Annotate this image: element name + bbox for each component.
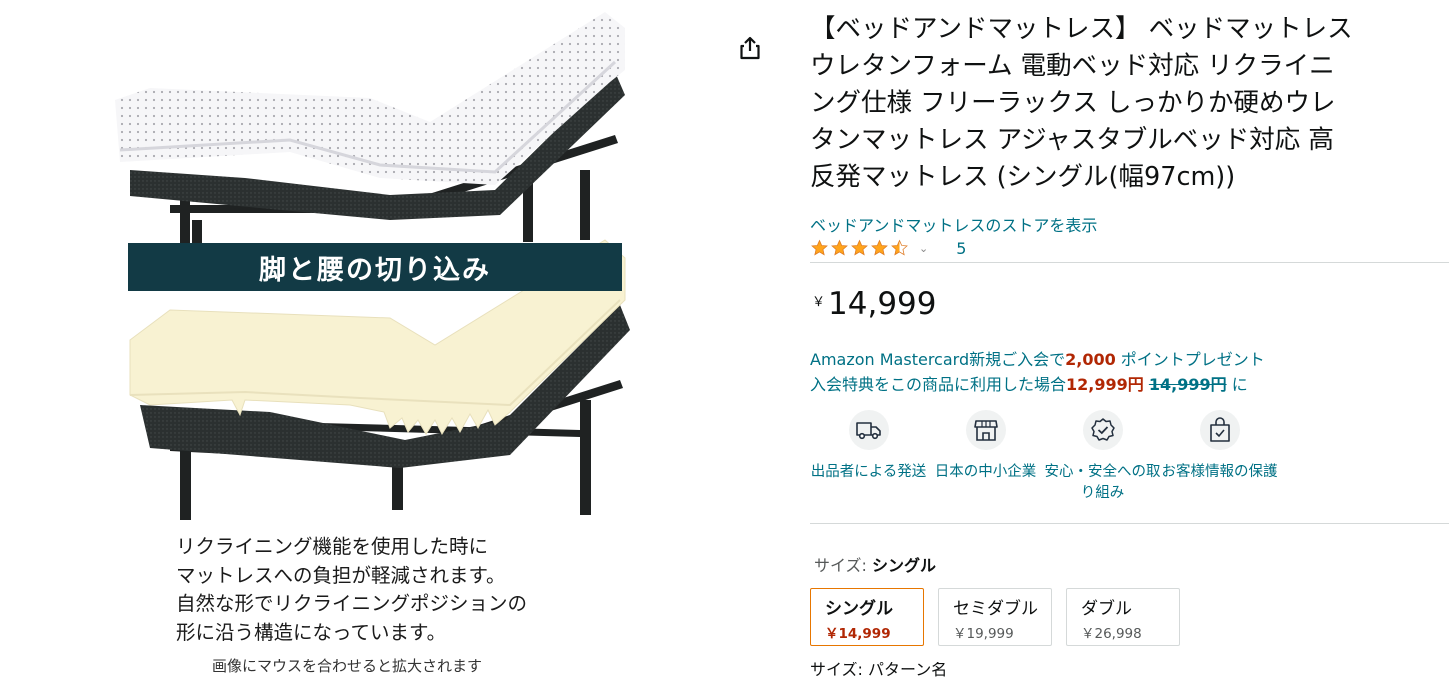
star-full-icon xyxy=(811,239,828,256)
size-label-text: サイズ: xyxy=(814,556,867,575)
size-option-double[interactable]: ダブル ￥26,998 xyxy=(1066,588,1180,646)
rating-count[interactable]: 5 xyxy=(956,239,966,258)
badge-safety[interactable]: 安心・安全への取り組み xyxy=(1044,410,1161,504)
size-option-semi-double[interactable]: セミダブル ￥19,999 xyxy=(938,588,1052,646)
title-line: タンマットレス アジャスタブルベッド対応 高 xyxy=(810,125,1334,155)
product-image-panel[interactable]: 脚と腰の切り込み リクライニング機能を使用した時に マットレスへの負担が軽減され… xyxy=(0,0,740,688)
shield-badge-icon xyxy=(1082,410,1123,450)
size-option-name: セミダブル xyxy=(953,599,1038,619)
badge-seller-shipping[interactable]: 出品者による発送 xyxy=(810,410,927,504)
price-symbol: ￥ xyxy=(812,295,826,310)
store-icon xyxy=(965,410,1006,450)
chevron-down-icon[interactable]: ⌄ xyxy=(919,242,928,255)
size-options: シングル ￥14,999 セミダブル ￥19,999 ダブル ￥26,998 xyxy=(810,588,1180,646)
badge-small-business[interactable]: 日本の中小企業 xyxy=(927,410,1044,504)
badge-privacy[interactable]: お客様情報の保護 xyxy=(1161,410,1278,504)
caption-line: 自然な形でリクライニングポジションの xyxy=(176,592,528,615)
promo-line-1: Amazon Mastercard新規ご入会で2,000 ポイントプレゼント xyxy=(810,347,1265,372)
trust-badges: 出品者による発送 日本の中小企業 安心・安全への取り組み お客様情報の保護 xyxy=(810,410,1278,504)
size-option-price: ￥26,998 xyxy=(1081,626,1142,642)
zoom-hint: 画像にマウスを合わせると拡大されます xyxy=(212,657,483,675)
badge-label: お客様情報の保護 xyxy=(1161,464,1278,480)
divider xyxy=(810,523,1449,524)
promo-text: に xyxy=(1226,375,1248,394)
star-full-icon xyxy=(851,239,868,256)
promo-points: 2,000 xyxy=(1065,350,1116,369)
size-selected-value: シングル xyxy=(872,556,937,575)
star-full-icon xyxy=(831,239,848,256)
feature-banner: 脚と腰の切り込み xyxy=(128,243,622,291)
size-option-name: ダブル xyxy=(1081,599,1132,619)
star-rating[interactable] xyxy=(810,239,909,257)
star-full-icon xyxy=(871,239,888,256)
promo-text: 入会特典をこの商品に利用した場合 xyxy=(810,375,1067,394)
store-link[interactable]: ベッドアンドマットレスのストアを表示 xyxy=(810,212,1097,236)
badge-label: 出品者による発送 xyxy=(810,464,927,480)
badge-label: 日本の中小企業 xyxy=(934,464,1037,480)
caption-line: リクライニング機能を使用した時に xyxy=(176,535,489,558)
title-line: ウレタンフォーム 電動ベッド対応 リクライニ xyxy=(810,51,1335,81)
mastercard-promo[interactable]: Amazon Mastercard新規ご入会で2,000 ポイントプレゼント 入… xyxy=(810,347,1265,397)
size-option-name: シングル xyxy=(825,599,893,619)
size-option-price: ￥14,999 xyxy=(825,626,891,642)
size-label: サイズ: シングル xyxy=(814,552,936,576)
share-button[interactable] xyxy=(736,34,764,62)
rating-row: ⌄ 5 xyxy=(810,236,966,260)
size-option-price: ￥19,999 xyxy=(953,626,1014,642)
product-info: 【ベッドアンドマットレス】 ベッドマットレス ウレタンフォーム 電動ベッド対応 … xyxy=(810,0,1449,688)
badge-label: 安心・安全への取り組み xyxy=(1044,464,1161,501)
promo-strike-price: 14,999円 xyxy=(1148,375,1227,394)
promo-text: ポイントプレゼント xyxy=(1115,350,1265,369)
title-line: 【ベッドアンドマットレス】 ベッドマットレス xyxy=(810,14,1353,44)
image-caption: リクライニング機能を使用した時に マットレスへの負担が軽減されます。 自然な形で… xyxy=(176,533,527,647)
cut-text: サイズ: パターン名 xyxy=(810,662,948,679)
secure-bag-icon xyxy=(1199,410,1240,450)
divider xyxy=(810,262,1449,263)
share-icon xyxy=(740,36,760,60)
caption-line: マットレスへの負担が軽減されます。 xyxy=(176,563,506,587)
promo-price: 12,999円 xyxy=(1066,375,1144,394)
size-option-single[interactable]: シングル ￥14,999 xyxy=(810,588,924,646)
title-line: ング仕様 フリーラックス しっかりか硬めウレ xyxy=(810,88,1336,118)
price-whole: 14,999 xyxy=(828,286,937,322)
title-line: 反発マットレス (シングル(幅97cm)) xyxy=(810,162,1236,192)
star-half-icon xyxy=(891,239,908,256)
caption-line: 形に沿う構造になっています。 xyxy=(176,620,447,644)
promo-line-2: 入会特典をこの商品に利用した場合12,999円 14,999円 に xyxy=(810,372,1265,397)
price: ￥ 14,999 xyxy=(812,284,937,324)
delivery-truck-icon xyxy=(848,410,889,450)
product-title: 【ベッドアンドマットレス】 ベッドマットレス ウレタンフォーム 電動ベッド対応 … xyxy=(810,11,1449,196)
promo-text: Amazon Mastercard新規ご入会で xyxy=(810,350,1066,369)
